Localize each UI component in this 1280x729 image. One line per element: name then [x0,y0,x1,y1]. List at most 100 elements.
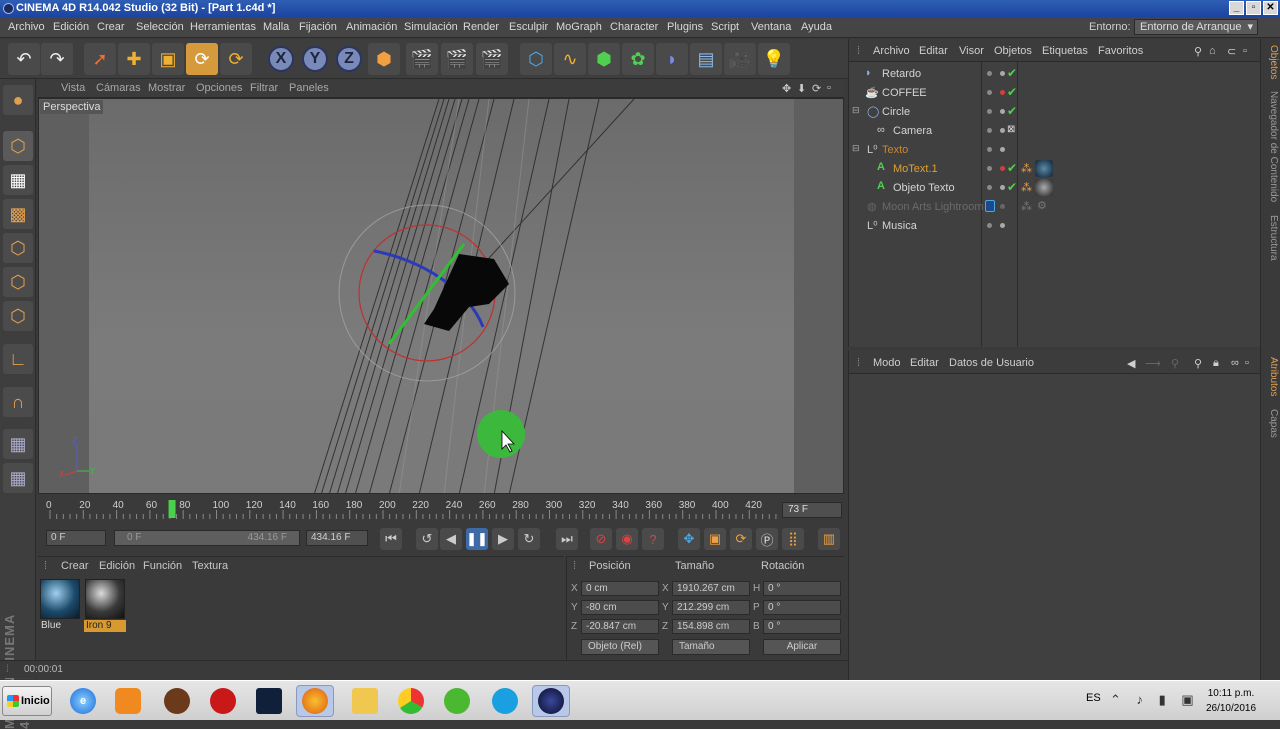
next-frame-button[interactable]: ▶ [492,528,514,550]
lock-icon[interactable]: 🔒︎ [1213,357,1219,370]
snap-button[interactable]: ∩ [3,387,33,417]
object-menu-objetos[interactable]: Objetos [994,45,1032,57]
attribute-menu-modo[interactable]: Modo [873,357,901,369]
object-row-texto[interactable]: ⊟ L⁰ Texto [849,141,1261,160]
coordinate-system-button[interactable]: ⬢ [368,43,400,75]
tab-capas[interactable]: Capas [1263,409,1279,438]
attribute-menu-editar[interactable]: Editar [910,357,939,369]
menu-herramientas[interactable]: Herramientas [190,21,256,33]
start-frame-field[interactable]: 0 F [46,530,106,546]
rotate-tool-button[interactable]: ⟳ [186,43,218,75]
render-settings-button[interactable]: 🎬 [476,43,508,75]
object-row-circle[interactable]: ⊟ ◯ Circle ✔ [849,103,1261,122]
collapse-icon[interactable]: ⊟ [852,105,860,116]
viewport-zoom-icon[interactable]: ⬇ [797,82,806,95]
menu-crear[interactable]: Crear [97,21,125,33]
menu-malla[interactable]: Malla [263,21,289,33]
array-button[interactable]: ✿ [622,43,654,75]
rotation-b-field[interactable]: 0 ° [763,619,841,634]
render-dot[interactable] [1000,147,1005,152]
scale-tool-button[interactable]: ▣ [152,43,184,75]
record-parameter-button[interactable]: Ⓟ [756,528,778,550]
minimize-button[interactable]: _ [1229,1,1244,15]
taskbar-fnaf[interactable] [158,685,196,717]
render-dot[interactable] [1000,185,1005,190]
rotation-h-field[interactable]: 0 ° [763,581,841,596]
position-x-field[interactable]: 0 cm [581,581,659,596]
menu-script[interactable]: Script [711,21,739,33]
timeline-ruler[interactable]: 0 20 40 60 80 100 120 140 160 180 200 220 240 260 280 3… [38,496,844,524]
viewport-toggle-icon[interactable]: ▫ [827,82,831,94]
next-key-button[interactable]: ↻ [518,528,540,550]
pin-icon[interactable]: ⚲ [1171,357,1179,370]
menu-esculpir[interactable]: Esculpir [509,21,548,33]
position-z-field[interactable]: -20.847 cm [581,619,659,634]
collapse-icon[interactable]: ⊟ [852,143,860,154]
gear-tag-icon[interactable]: ⚙ [1037,199,1047,212]
render-dot[interactable] [1000,166,1005,171]
clock[interactable]: 10:11 p.m. 26/10/2016 [1196,686,1266,716]
pause-button[interactable]: ❚❚ [466,528,488,550]
model-mode-button[interactable]: ⬡ [3,131,33,161]
menu-fijacion[interactable]: Fijación [299,21,337,33]
search-icon[interactable]: ⚲ [1194,357,1202,370]
y-axis-lock-button[interactable]: Y [302,46,328,72]
visibility-dot[interactable] [987,166,992,171]
polygons-mode-button[interactable]: ⬡ [3,301,33,331]
object-row-musica[interactable]: L⁰ Musica [849,217,1261,236]
menu-seleccion[interactable]: Selección [136,21,184,33]
previous-frame-button[interactable]: ◀ [440,528,462,550]
points-mode-button[interactable]: ⬡ [3,233,33,263]
move-tool-button[interactable]: ✚ [118,43,150,75]
go-to-start-button[interactable]: ⏮ [380,528,402,550]
material-swatch-blue[interactable] [40,579,80,619]
taskbar-game[interactable] [250,685,288,717]
3d-viewport[interactable]: Z Y X Perspectiva [38,98,844,494]
viewport-menu-paneles[interactable]: Paneles [289,82,329,94]
record-keys-button[interactable]: ⊘ [590,528,612,550]
object-menu-etiquetas[interactable]: Etiquetas [1042,45,1088,57]
render-dot[interactable] [1000,223,1005,228]
close-button[interactable]: ✕ [1263,1,1278,15]
window-icon[interactable]: ▫ [1245,357,1249,369]
size-x-field[interactable]: 1910.267 cm [672,581,750,596]
visibility-dot[interactable] [987,71,992,76]
visibility-dot[interactable] [987,90,992,95]
record-position-button[interactable]: ✥ [678,528,700,550]
render-dot[interactable] [1000,128,1005,133]
autokey-button[interactable]: ◉ [616,528,638,550]
z-axis-lock-button[interactable]: Z [336,46,362,72]
tab-atributos[interactable]: Atributos [1263,357,1279,396]
visibility-dot[interactable] [987,109,992,114]
coordinate-mode-dropdown[interactable]: Objeto (Rel) [581,639,659,655]
object-row-retardo[interactable]: ◗ Retardo ✔ [849,65,1261,84]
object-menu-visor[interactable]: Visor [959,45,984,57]
edges-mode-button[interactable]: ⬡ [3,267,33,297]
language-indicator[interactable]: ES [1086,692,1101,704]
enabled-check-icon[interactable]: ✔ [1007,180,1017,194]
render-dot[interactable] [1000,90,1005,95]
object-row-moon-arts-lightroom[interactable]: ◍ Moon Arts Lightroom ⁂ ⚙ [849,198,1261,217]
start-button[interactable]: Inicio [2,686,52,716]
render-dot[interactable] [1000,109,1005,114]
attribute-menu-datos-usuario[interactable]: Datos de Usuario [949,357,1034,369]
previous-key-button[interactable]: ↺ [416,528,438,550]
make-editable-button[interactable]: ● [3,85,33,115]
workplane-mode-button[interactable]: ▩ [3,199,33,229]
camera-tag-icon[interactable]: ⊠ [1007,124,1015,135]
taskbar-internet-explorer[interactable]: e [64,685,102,717]
cube-primitive-button[interactable]: ⬡ [520,43,552,75]
viewport-rotate-icon[interactable]: ⟳ [812,82,821,95]
menu-archivo[interactable]: Archivo [8,21,45,33]
object-menu-favoritos[interactable]: Favoritos [1098,45,1143,57]
redo-button[interactable]: ↷ [41,43,73,75]
taskbar-utorrent[interactable] [438,685,476,717]
workplane-button[interactable]: ▦ [3,429,33,459]
taskbar-media-player[interactable] [109,685,147,717]
visibility-dot[interactable] [987,128,992,133]
preview-range-slider[interactable]: 0 F 434.16 F [114,530,300,546]
window-icon[interactable]: ▫ [1243,45,1247,57]
viewport-menu-filtrar[interactable]: Filtrar [250,82,278,94]
scene-button[interactable]: ▤ [690,43,722,75]
entorno-select[interactable]: Entorno de Arranque ▾ [1134,19,1258,35]
